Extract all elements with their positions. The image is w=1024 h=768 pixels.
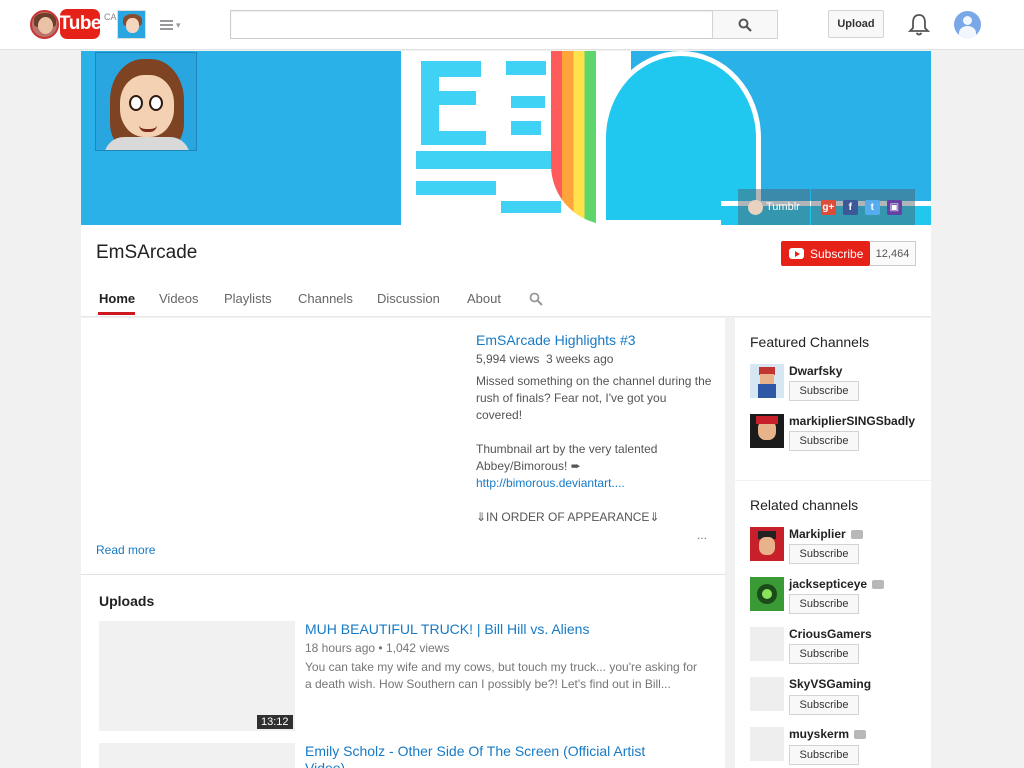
description-paragraph: Thumbnail art by the very talented Abbey…	[476, 442, 658, 473]
account-avatar[interactable]	[954, 11, 981, 38]
channel-subscribe-button[interactable]: Subscribe	[789, 695, 859, 715]
tab-discussion[interactable]: Discussion	[377, 291, 440, 306]
section-divider	[81, 574, 725, 575]
tab-about[interactable]: About	[467, 291, 501, 306]
featured-video-age: 3 weeks ago	[546, 352, 614, 366]
channel-subscribe-button[interactable]: Subscribe	[789, 431, 859, 451]
more-ellipsis[interactable]: ...	[697, 528, 707, 542]
video-title[interactable]: MUH BEAUTIFUL TRUCK! | Bill Hill vs. Ali…	[305, 621, 589, 637]
channel-avatar[interactable]	[95, 52, 197, 151]
featured-channels-heading: Featured Channels	[750, 334, 870, 350]
channel-name-text: muyskerm	[789, 727, 850, 741]
channel-thumbnail[interactable]	[750, 364, 784, 398]
channel-thumbnail[interactable]	[750, 727, 784, 761]
channel-header	[81, 225, 931, 317]
read-more-link[interactable]: Read more	[96, 543, 155, 557]
social-links: g+ f t ▣	[810, 189, 915, 225]
channel-subscribe-button[interactable]: Subscribe	[789, 644, 859, 664]
verified-icon	[850, 530, 863, 540]
channel-name[interactable]: CriousGamers	[789, 627, 872, 641]
channel-thumbnail[interactable]	[750, 414, 784, 448]
google-plus-icon[interactable]: g+	[820, 199, 836, 215]
tab-home[interactable]: Home	[99, 291, 135, 306]
channel-name[interactable]: markiplierSINGSbadly	[789, 414, 915, 428]
subscribe-label: Subscribe	[810, 246, 864, 261]
verified-icon	[854, 730, 867, 740]
featured-video-meta: 5,994 views 3 weeks ago	[476, 352, 613, 366]
related-channels-heading: Related channels	[750, 497, 859, 513]
video-title[interactable]: Emily Scholz - Other Side Of The Screen …	[305, 743, 685, 768]
related-channels-panel	[735, 481, 931, 768]
youtube-play-icon	[789, 248, 804, 259]
channel-thumbnail[interactable]	[750, 677, 784, 711]
tab-videos[interactable]: Videos	[159, 291, 199, 306]
video-thumbnail[interactable]	[99, 743, 295, 768]
channel-subscribe-button[interactable]: Subscribe	[789, 381, 859, 401]
channel-name[interactable]: Dwarfsky	[789, 364, 842, 378]
tumblr-link[interactable]: Tumblr	[738, 189, 810, 225]
channel-name[interactable]: Markiplier	[789, 527, 863, 541]
chevron-down-icon: ▾	[176, 19, 181, 30]
channel-thumbnail[interactable]	[750, 577, 784, 611]
uploads-heading[interactable]: Uploads	[99, 593, 154, 609]
video-description: You can take my wife and my cows, but to…	[305, 660, 698, 691]
notifications-button[interactable]	[907, 12, 931, 36]
search-icon	[529, 292, 543, 306]
featured-video-description: Missed something on the channel during t…	[476, 373, 712, 526]
search-button[interactable]	[712, 10, 778, 39]
description-link[interactable]: http://bimorous.deviantart....	[476, 475, 712, 492]
meta-separator: •	[378, 641, 386, 655]
tumblr-avatar-icon	[748, 199, 763, 215]
search-icon	[738, 18, 752, 32]
channel-name[interactable]: jacksepticeye	[789, 577, 885, 591]
channel-subscribe-button[interactable]: Subscribe	[789, 745, 859, 765]
subscribe-button[interactable]: Subscribe	[781, 241, 870, 266]
bell-icon	[907, 14, 931, 36]
channel-thumbnail[interactable]	[750, 527, 784, 561]
youtube-logo[interactable]: Tube	[59, 9, 102, 39]
upload-button[interactable]: Upload	[828, 10, 884, 38]
channel-subscribe-button[interactable]: Subscribe	[789, 594, 859, 614]
featured-video-views: 5,994 views	[476, 352, 540, 366]
banner-links: Tumblr g+ f t ▣	[738, 189, 916, 225]
video-duration: 13:12	[257, 715, 293, 729]
search-input[interactable]	[230, 10, 713, 39]
hamburger-icon	[160, 20, 173, 30]
channel-thumbnail[interactable]	[750, 627, 784, 661]
video-meta: 18 hours ago • 1,042 views	[305, 641, 449, 655]
verified-icon	[872, 580, 885, 590]
twitch-icon[interactable]: ▣	[886, 199, 902, 215]
channel-search-button[interactable]	[529, 292, 543, 309]
tumblr-link-label: Tumblr	[766, 201, 800, 213]
description-paragraph: Missed something on the channel during t…	[476, 374, 712, 422]
video-age: 18 hours ago	[305, 641, 376, 655]
channel-name-text: jacksepticeye	[789, 577, 868, 591]
channel-name[interactable]: SkyVSGaming	[789, 677, 871, 691]
facebook-icon[interactable]: f	[842, 199, 858, 215]
description-paragraph: ⇓IN ORDER OF APPEARANCE⇓	[476, 510, 660, 524]
tab-channels[interactable]: Channels	[298, 291, 353, 306]
tab-playlists[interactable]: Playlists	[224, 291, 272, 306]
channel-title[interactable]: EmSArcade	[96, 242, 197, 264]
channel-subscribe-button[interactable]: Subscribe	[789, 544, 859, 564]
country-code: CA	[104, 12, 117, 22]
featured-video-player[interactable]	[96, 330, 456, 530]
twitter-icon[interactable]: t	[864, 199, 880, 215]
channel-switch-avatar[interactable]	[117, 10, 146, 39]
profile-avatar[interactable]	[30, 10, 59, 39]
subscriber-count: 12,464	[870, 241, 916, 266]
video-views: 1,042 views	[385, 641, 450, 655]
guide-menu-button[interactable]: ▾	[160, 16, 186, 34]
channel-name-text: Markiplier	[789, 527, 846, 541]
featured-video-title[interactable]: EmSArcade Highlights #3	[476, 332, 636, 348]
active-tab-indicator	[98, 312, 135, 315]
channel-name[interactable]: muyskerm	[789, 727, 867, 741]
